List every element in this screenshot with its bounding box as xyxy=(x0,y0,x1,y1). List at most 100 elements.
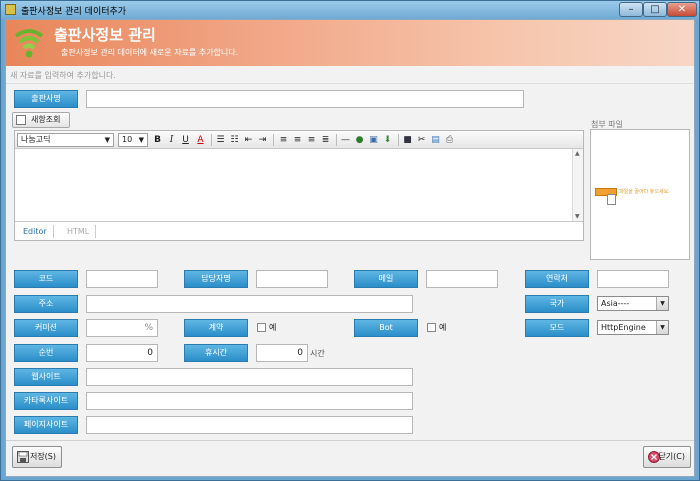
editor-scrollbar[interactable]: ▲ ▼ xyxy=(572,149,583,221)
cut-icon[interactable]: ✂ xyxy=(416,134,427,146)
unordered-list-icon[interactable]: ☷ xyxy=(229,134,240,146)
ordered-list-icon[interactable]: ☰ xyxy=(215,134,226,146)
hint-text: 새 자료를 입력하여 추가합니다. xyxy=(10,71,116,80)
save-icon[interactable]: ■ xyxy=(402,134,413,146)
order-label: 순번 xyxy=(14,344,78,362)
horizontal-rule-icon[interactable]: — xyxy=(340,134,351,146)
manager-input[interactable] xyxy=(256,270,328,288)
copy-icon[interactable]: ▤ xyxy=(430,134,441,146)
manager-label: 담당자명 xyxy=(184,270,248,288)
close-label: 닫기(C) xyxy=(658,452,685,461)
address-input[interactable] xyxy=(86,295,413,313)
editor-mode-tabs: Editor HTML xyxy=(15,221,583,240)
font-size-value: 10 xyxy=(122,135,133,144)
banner-title: 출판사정보 관리 xyxy=(54,26,156,44)
link-icon[interactable]: ● xyxy=(354,134,365,146)
commission-label: 커미션 xyxy=(14,319,78,337)
contract-check-label: 예 xyxy=(269,323,277,332)
commission-unit: % xyxy=(144,323,153,333)
maximize-button[interactable]: □ xyxy=(643,2,667,17)
font-color-button[interactable]: A xyxy=(195,134,206,146)
scroll-down-icon[interactable]: ▼ xyxy=(575,213,580,220)
contact-input[interactable] xyxy=(597,270,669,288)
underline-button[interactable]: U xyxy=(180,134,191,146)
toolbar-separator xyxy=(398,134,399,146)
image-icon[interactable]: ▣ xyxy=(368,134,379,146)
email-input[interactable] xyxy=(426,270,498,288)
mode-label: 모드 xyxy=(525,319,589,337)
rich-text-editor: 나눔고딕 ▼ 10 ▼ B I U A ☰ ☷ ⇤ ⇥ ≡ ≡ ≡ ≣ — ● … xyxy=(14,130,584,241)
font-family-select[interactable]: 나눔고딕 ▼ xyxy=(17,133,114,147)
mode-select[interactable]: HttpEngine ▼ xyxy=(597,320,669,335)
catalog-site-input[interactable] xyxy=(86,392,413,410)
dialog-window: 출판사정보 관리 데이터추가 – □ ✕ 출판사정보 관리 출판사정보 관리 데… xyxy=(0,0,700,481)
print-icon[interactable]: ⎙ xyxy=(444,134,455,146)
window-title: 출판사정보 관리 데이터추가 xyxy=(21,7,127,17)
divider xyxy=(6,83,694,84)
font-size-select[interactable]: 10 ▼ xyxy=(118,133,148,147)
align-justify-icon[interactable]: ≣ xyxy=(320,134,331,146)
align-left-icon[interactable]: ≡ xyxy=(278,134,289,146)
attachment-placeholder-text: 파일을 끌어다 놓으세요. xyxy=(619,189,670,195)
publisher-name-label: 출판사명 xyxy=(14,90,78,108)
publisher-name-input[interactable] xyxy=(86,90,524,108)
country-select[interactable]: Asia---- ▼ xyxy=(597,296,669,311)
chevron-down-icon: ▼ xyxy=(656,297,668,310)
hours-label: 휴시간 xyxy=(184,344,248,362)
history-lookup-button[interactable]: 새항조회 xyxy=(12,112,70,128)
chevron-down-icon: ▼ xyxy=(138,136,144,144)
close-button[interactable]: 닫기(C) xyxy=(643,446,691,468)
dialog-client: 출판사정보 관리 출판사정보 관리 데이터에 새로운 자료를 추가합니다. 새 … xyxy=(5,19,695,477)
tab-editor[interactable]: Editor xyxy=(17,225,54,238)
font-family-value: 나눔고딕 xyxy=(21,135,51,144)
app-icon xyxy=(5,4,16,15)
document-icon xyxy=(607,194,616,205)
title-bar[interactable]: 출판사정보 관리 데이터추가 – □ ✕ xyxy=(1,1,699,19)
minimize-button[interactable]: – xyxy=(619,2,643,17)
bold-button[interactable]: B xyxy=(152,134,163,146)
table-icon xyxy=(16,115,26,125)
commission-input[interactable]: % xyxy=(86,319,158,337)
history-lookup-label: 새항조회 xyxy=(31,115,61,124)
page-site-label: 페이지사이트 xyxy=(14,416,78,434)
chevron-down-icon: ▼ xyxy=(104,136,110,144)
contract-label: 계약 xyxy=(184,319,248,337)
close-window-button[interactable]: ✕ xyxy=(667,2,697,17)
attachment-dropzone[interactable]: 파일을 끌어다 놓으세요. xyxy=(590,129,690,260)
page-site-input[interactable] xyxy=(86,416,413,434)
editor-content[interactable] xyxy=(15,149,572,221)
wifi-signal-icon xyxy=(14,29,44,58)
contract-checkbox[interactable] xyxy=(257,323,266,332)
contact-label: 연락처 xyxy=(525,270,589,288)
align-right-icon[interactable]: ≡ xyxy=(306,134,317,146)
order-input[interactable]: 0 xyxy=(86,344,158,362)
website-input[interactable] xyxy=(86,368,413,386)
indent-icon[interactable]: ⇥ xyxy=(257,134,268,146)
bot-label: Bot xyxy=(354,319,418,337)
website-label: 웹사이트 xyxy=(14,368,78,386)
attachment-placeholder: 파일을 끌어다 놓으세요. xyxy=(595,188,670,206)
header-banner: 출판사정보 관리 출판사정보 관리 데이터에 새로운 자료를 추가합니다. xyxy=(6,20,694,66)
catalog-site-label: 카타록사이트 xyxy=(14,392,78,410)
editor-toolbar: 나눔고딕 ▼ 10 ▼ B I U A ☰ ☷ ⇤ ⇥ ≡ ≡ ≡ ≣ — ● … xyxy=(15,131,583,149)
bot-checkbox[interactable] xyxy=(427,323,436,332)
address-label: 주소 xyxy=(14,295,78,313)
banner-subtitle: 출판사정보 관리 데이터에 새로운 자료를 추가합니다. xyxy=(61,48,239,57)
scroll-up-icon[interactable]: ▲ xyxy=(575,150,580,157)
mode-value: HttpEngine xyxy=(601,323,646,332)
tab-html[interactable]: HTML xyxy=(61,225,97,238)
save-icon xyxy=(17,451,29,463)
save-button[interactable]: 저장(S) xyxy=(12,446,62,468)
code-input[interactable] xyxy=(86,270,158,288)
country-value: Asia---- xyxy=(601,299,630,308)
code-label: 코드 xyxy=(14,270,78,288)
outdent-icon[interactable]: ⇤ xyxy=(243,134,254,146)
save-label: 저장(S) xyxy=(29,452,56,461)
align-center-icon[interactable]: ≡ xyxy=(292,134,303,146)
italic-button[interactable]: I xyxy=(166,134,177,146)
hours-input[interactable]: 0 xyxy=(256,344,308,362)
toolbar-separator xyxy=(336,134,337,146)
bot-check-label: 예 xyxy=(439,323,447,332)
download-icon[interactable]: ⬇ xyxy=(382,134,393,146)
country-label: 국가 xyxy=(525,295,589,313)
